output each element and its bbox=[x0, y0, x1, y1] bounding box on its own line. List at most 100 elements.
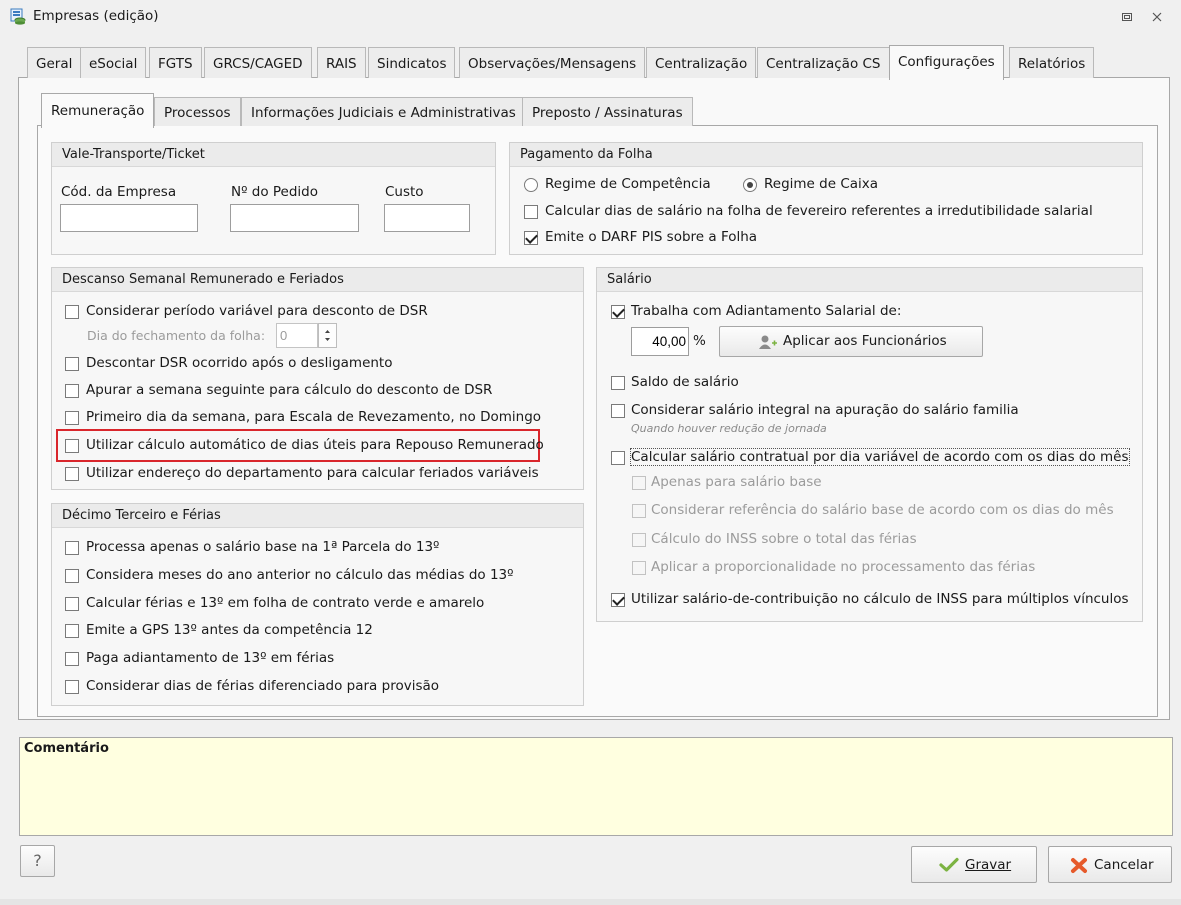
salario-integral-hint: Quando houver redução de jornada bbox=[631, 422, 827, 435]
checkbox-salario-contratual-label: Calcular salário contratual por dia vari… bbox=[630, 448, 1130, 466]
checkbox-gps-13-label: Emite a GPS 13º antes da competência 12 bbox=[86, 622, 373, 638]
numero-pedido-label: Nº do Pedido bbox=[231, 184, 318, 200]
checkbox-darf-pis-label: Emite o DARF PIS sobre a Folha bbox=[545, 229, 758, 245]
checkmark-icon bbox=[939, 857, 959, 872]
checkbox-proporcionalidade[interactable] bbox=[632, 561, 646, 575]
checkbox-salario-integral[interactable] bbox=[611, 404, 625, 418]
gravar-button[interactable]: Gravar bbox=[911, 846, 1037, 883]
group-title: Pagamento da Folha bbox=[510, 143, 1142, 167]
tab-centralizacao-cs[interactable]: Centralização CS bbox=[757, 47, 890, 78]
group-title: Descanso Semanal Remunerado e Feriados bbox=[52, 268, 583, 292]
checkbox-endereco-departamento-label: Utilizar endereço do departamento para c… bbox=[86, 465, 539, 481]
radio-caixa[interactable] bbox=[743, 178, 757, 192]
help-button[interactable]: ? bbox=[20, 845, 55, 877]
checkbox-inss-ferias-label: Cálculo do INSS sobre o total das férias bbox=[651, 531, 917, 547]
percent-unit: % bbox=[693, 333, 706, 349]
tab-fgts[interactable]: FGTS bbox=[149, 47, 202, 78]
checkbox-dsr-desligamento-label: Descontar DSR ocorrido após o desligamen… bbox=[86, 355, 393, 371]
checkbox-saldo-salario[interactable] bbox=[611, 376, 625, 390]
checkbox-adiantamento-salarial[interactable] bbox=[611, 305, 625, 319]
cod-empresa-label: Cód. da Empresa bbox=[61, 184, 177, 200]
checkbox-verde-amarelo-label: Calcular férias e 13º em folha de contra… bbox=[86, 595, 485, 611]
group-title: Salário bbox=[597, 268, 1142, 292]
x-cancel-icon bbox=[1071, 858, 1087, 873]
gravar-label: Gravar bbox=[965, 857, 1012, 873]
checkbox-primeiro-dia[interactable] bbox=[65, 411, 79, 425]
tab-rais[interactable]: RAIS bbox=[317, 47, 366, 78]
close-icon[interactable] bbox=[1147, 7, 1167, 27]
radio-competencia[interactable] bbox=[524, 178, 538, 192]
custo-input[interactable] bbox=[384, 204, 470, 232]
checkbox-semana-seguinte[interactable] bbox=[65, 384, 79, 398]
dia-fechamento-label: Dia do fechamento da folha: bbox=[87, 328, 266, 343]
tab-configuracoes[interactable]: Configurações bbox=[889, 45, 1004, 80]
checkbox-referencia-salario[interactable] bbox=[632, 504, 646, 518]
aplicar-funcionarios-button[interactable]: Aplicar aos Funcionários bbox=[719, 326, 983, 357]
cod-empresa-input[interactable] bbox=[60, 204, 198, 232]
adiantamento-percent-input[interactable] bbox=[631, 327, 689, 356]
company-db-icon bbox=[10, 8, 26, 25]
dia-fechamento-spinner[interactable] bbox=[318, 323, 337, 348]
checkbox-adiantamento-13-ferias[interactable] bbox=[65, 652, 79, 666]
checkbox-ferias-provisao-label: Considerar dias de férias diferenciado p… bbox=[86, 678, 440, 694]
dia-fechamento-input[interactable] bbox=[276, 323, 318, 348]
cancelar-button[interactable]: Cancelar bbox=[1048, 846, 1172, 883]
tab-relatorios[interactable]: Relatórios bbox=[1009, 47, 1095, 78]
tab-esocial[interactable]: eSocial bbox=[80, 47, 147, 78]
tab-grcs-caged[interactable]: GRCS/CAGED bbox=[204, 47, 312, 78]
checkbox-adiantamento-13-ferias-label: Paga adiantamento de 13º em férias bbox=[86, 650, 335, 666]
radio-competencia-label: Regime de Competência bbox=[545, 176, 711, 192]
checkbox-verde-amarelo[interactable] bbox=[65, 597, 79, 611]
checkbox-multiplos-vinculos-label: Utilizar salário-de-contribuição no cálc… bbox=[631, 591, 1129, 607]
spin-arrows-icon bbox=[325, 330, 330, 341]
aplicar-funcionarios-label: Aplicar aos Funcionários bbox=[783, 333, 947, 349]
checkbox-referencia-salario-label: Considerar referência do salário base de… bbox=[651, 502, 1114, 518]
checkbox-13-meses-anterior-label: Considera meses do ano anterior no cálcu… bbox=[86, 567, 514, 583]
checkbox-salario-contratual[interactable] bbox=[611, 451, 625, 465]
checkbox-inss-ferias[interactable] bbox=[632, 533, 646, 547]
restore-icon[interactable] bbox=[1117, 7, 1137, 27]
checkbox-gps-13[interactable] bbox=[65, 624, 79, 638]
window-title: Empresas (edição) bbox=[33, 8, 159, 24]
tab-sindicatos[interactable]: Sindicatos bbox=[368, 47, 456, 78]
subtab-preposto[interactable]: Preposto / Assinaturas bbox=[522, 97, 693, 126]
checkbox-fevereiro-label: Calcular dias de salário na folha de fev… bbox=[545, 203, 1093, 219]
checkbox-multiplos-vinculos[interactable] bbox=[611, 593, 625, 607]
checkbox-dias-uteis[interactable] bbox=[65, 439, 79, 453]
tab-geral[interactable]: Geral bbox=[27, 47, 82, 78]
radio-caixa-label: Regime de Caixa bbox=[764, 176, 879, 192]
checkbox-13-parcela-label: Processa apenas o salário base na 1ª Par… bbox=[86, 539, 440, 555]
group-title: Décimo Terceiro e Férias bbox=[52, 504, 583, 528]
subtab-informacoes-judiciais[interactable]: Informações Judiciais e Administrativas bbox=[241, 97, 526, 126]
checkbox-13-meses-anterior[interactable] bbox=[65, 569, 79, 583]
checkbox-proporcionalidade-label: Aplicar a proporcionalidade no processam… bbox=[651, 559, 1036, 575]
group-title: Vale-Transporte/Ticket bbox=[52, 143, 495, 167]
checkbox-13-parcela[interactable] bbox=[65, 541, 79, 555]
checkbox-periodo-variavel-label: Considerar período variável para descont… bbox=[86, 303, 428, 319]
comentario-label: Comentário bbox=[24, 741, 109, 756]
checkbox-endereco-departamento[interactable] bbox=[65, 467, 79, 481]
checkbox-apenas-salario-base-label: Apenas para salário base bbox=[651, 474, 822, 490]
subtab-processos[interactable]: Processos bbox=[154, 97, 241, 126]
checkbox-apenas-salario-base[interactable] bbox=[632, 476, 646, 490]
cancelar-label: Cancelar bbox=[1094, 857, 1154, 873]
checkbox-saldo-salario-label: Saldo de salário bbox=[631, 374, 739, 390]
help-icon: ? bbox=[33, 851, 42, 870]
tab-observacoes[interactable]: Observações/Mensagens bbox=[459, 47, 646, 78]
checkbox-fevereiro[interactable] bbox=[524, 205, 538, 219]
tab-centralizacao[interactable]: Centralização bbox=[646, 47, 757, 78]
numero-pedido-input[interactable] bbox=[230, 204, 359, 232]
checkbox-dias-uteis-label: Utilizar cálculo automático de dias útei… bbox=[86, 437, 544, 453]
checkbox-dsr-desligamento[interactable] bbox=[65, 357, 79, 371]
title-bar bbox=[0, 0, 1181, 33]
custo-label: Custo bbox=[385, 184, 424, 200]
window-bottom-border bbox=[0, 899, 1181, 905]
checkbox-darf-pis[interactable] bbox=[524, 231, 538, 245]
subtab-remuneracao[interactable]: Remuneração bbox=[41, 93, 155, 128]
comentario-textarea[interactable] bbox=[19, 737, 1173, 836]
checkbox-adiantamento-salarial-label: Trabalha com Adiantamento Salarial de: bbox=[631, 303, 902, 319]
checkbox-salario-integral-label: Considerar salário integral na apuração … bbox=[631, 402, 1019, 418]
checkbox-semana-seguinte-label: Apurar a semana seguinte para cálculo do… bbox=[86, 382, 493, 398]
checkbox-periodo-variavel[interactable] bbox=[65, 305, 79, 319]
checkbox-ferias-provisao[interactable] bbox=[65, 680, 79, 694]
